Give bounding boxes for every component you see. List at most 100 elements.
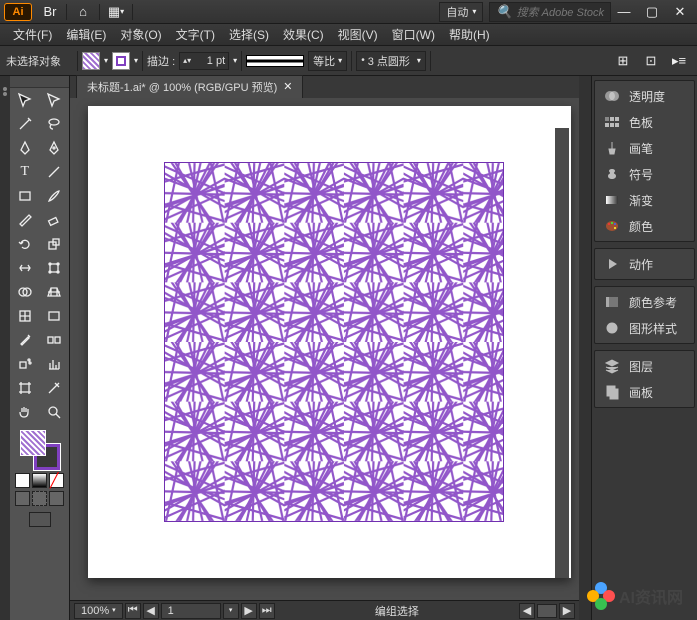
title-bar: Ai Br ⌂ ▦▾ 自动 ▾ 🔍 搜索 Adobe Stock — ▢ ✕ [0,0,697,24]
drawing-mode-behind[interactable] [32,491,47,506]
document-area: 未标题-1.ai* @ 100% (RGB/GPU 预览) ✕ [70,76,579,620]
mesh-tool[interactable] [10,304,40,328]
paintbrush-tool[interactable] [40,184,70,208]
menu-effect[interactable]: 效果(C) [276,24,331,45]
perspective-tool[interactable] [40,280,70,304]
document-tab-label: 未标题-1.ai* @ 100% (RGB/GPU 预览) [87,79,277,95]
symbol-sprayer-tool[interactable] [10,352,40,376]
stroke-swatch[interactable] [112,52,130,70]
options-menu-icon[interactable]: ▸≡ [667,51,691,71]
home-icon[interactable]: ⌂ [71,2,95,22]
stroke-weight-input[interactable]: ▴▾1 pt [179,52,229,70]
rectangle-tool[interactable] [10,184,40,208]
menu-edit[interactable]: 编辑(E) [59,24,113,45]
curvature-tool[interactable] [40,136,70,160]
bridge-button[interactable]: Br [38,2,62,22]
hand-tool[interactable] [10,400,40,424]
screen-mode-btn[interactable] [29,512,51,527]
slice-tool[interactable] [40,376,70,400]
panel-color-guide[interactable]: 颜色参考 [595,289,694,315]
zoom-tool[interactable] [40,400,70,424]
drawing-mode-normal[interactable] [15,491,30,506]
artboard-tool[interactable] [10,376,40,400]
free-transform-tool[interactable] [40,256,70,280]
tools-panel: T [10,76,70,620]
magic-wand-tool[interactable] [10,112,40,136]
minimize-button[interactable]: — [611,2,637,22]
drawing-mode-inside[interactable] [49,491,64,506]
stroke-profile-preview[interactable] [246,55,304,67]
workspace-switcher[interactable]: 自动 ▾ [439,2,483,22]
lasso-tool[interactable] [40,112,70,136]
color-mode-btn[interactable] [15,473,30,488]
pattern-artwork [165,163,503,521]
artboard[interactable] [164,162,504,522]
fill-swatch[interactable] [82,52,100,70]
document-tab[interactable]: 未标题-1.ai* @ 100% (RGB/GPU 预览) ✕ [76,75,303,98]
vertical-scrollbar[interactable] [555,128,569,578]
panel-swatches[interactable]: 色板 [595,109,694,135]
menu-help[interactable]: 帮助(H) [442,24,497,45]
panel-symbols[interactable]: 符号 [595,161,694,187]
panel-graphic-styles[interactable]: 图形样式 [595,315,694,341]
graph-tool[interactable] [40,352,70,376]
panel-actions[interactable]: 动作 [595,251,694,277]
menu-object[interactable]: 对象(O) [113,24,168,45]
page-dropdown-btn[interactable]: ▾ [223,603,239,619]
graphic-style-select[interactable]: • 3 点圆形▾ [356,51,426,71]
type-tool[interactable]: T [10,160,40,184]
eyedropper-tool[interactable] [10,328,40,352]
none-mode-btn[interactable]: ╱ [49,473,64,488]
direct-selection-tool[interactable] [40,88,70,112]
arrange-docs-icon[interactable]: ▦▾ [104,2,128,22]
tab-close-icon[interactable]: ✕ [283,82,292,93]
panel-transparency[interactable]: 透明度 [595,83,694,109]
right-dock-strip[interactable] [579,76,591,620]
shape-builder-tool[interactable] [10,280,40,304]
next-page-btn[interactable]: ▶ [241,603,257,619]
align-panel-icon[interactable]: ⊞ [611,51,635,71]
gradient-mode-btn[interactable] [32,473,47,488]
line-tool[interactable] [40,160,70,184]
pen-tool[interactable] [10,136,40,160]
menu-window[interactable]: 窗口(W) [385,24,442,45]
hscroll-left[interactable]: ◀ [519,603,535,619]
prev-page-btn[interactable]: ◀ [143,603,159,619]
layers-icon [603,357,621,375]
menu-type[interactable]: 文字(T) [169,24,222,45]
hscroll-right[interactable]: ▶ [559,603,575,619]
left-dock[interactable] [0,76,10,620]
panel-gradient[interactable]: 渐变 [595,187,694,213]
scale-tool[interactable] [40,232,70,256]
width-tool[interactable] [10,256,40,280]
shaper-tool[interactable] [10,208,40,232]
fill-stroke-indicator[interactable] [20,430,60,470]
app-logo: Ai [4,3,32,21]
canvas[interactable] [70,98,579,600]
rotate-tool[interactable] [10,232,40,256]
page-number[interactable]: 1 [161,603,221,619]
zoom-level[interactable]: 100% ▾ [74,603,123,619]
menu-select[interactable]: 选择(S) [222,24,276,45]
stock-search[interactable]: 🔍 搜索 Adobe Stock [489,2,611,22]
menu-view[interactable]: 视图(V) [331,24,385,45]
selection-tool[interactable] [10,88,40,112]
panel-artboards[interactable]: 画板 [595,379,694,405]
eraser-tool[interactable] [40,208,70,232]
maximize-button[interactable]: ▢ [639,2,665,22]
menu-file[interactable]: 文件(F) [6,24,59,45]
close-button[interactable]: ✕ [667,2,693,22]
hscroll-thumb[interactable] [537,604,557,618]
transform-panel-icon[interactable]: ⊡ [639,51,663,71]
gradient-tool[interactable] [40,304,70,328]
status-mode-label: 编组选择 [277,603,517,619]
scale-proportional[interactable]: 等比▾ [308,51,347,71]
stroke-label: 描边 : [147,53,175,69]
blend-tool[interactable] [40,328,70,352]
watermark-icon [587,582,615,610]
panel-brushes[interactable]: 画笔 [595,135,694,161]
panel-layers[interactable]: 图层 [595,353,694,379]
last-page-btn[interactable]: ⏭ [259,603,275,619]
panel-color[interactable]: 颜色 [595,213,694,239]
first-page-btn[interactable]: ⏮ [125,603,141,619]
